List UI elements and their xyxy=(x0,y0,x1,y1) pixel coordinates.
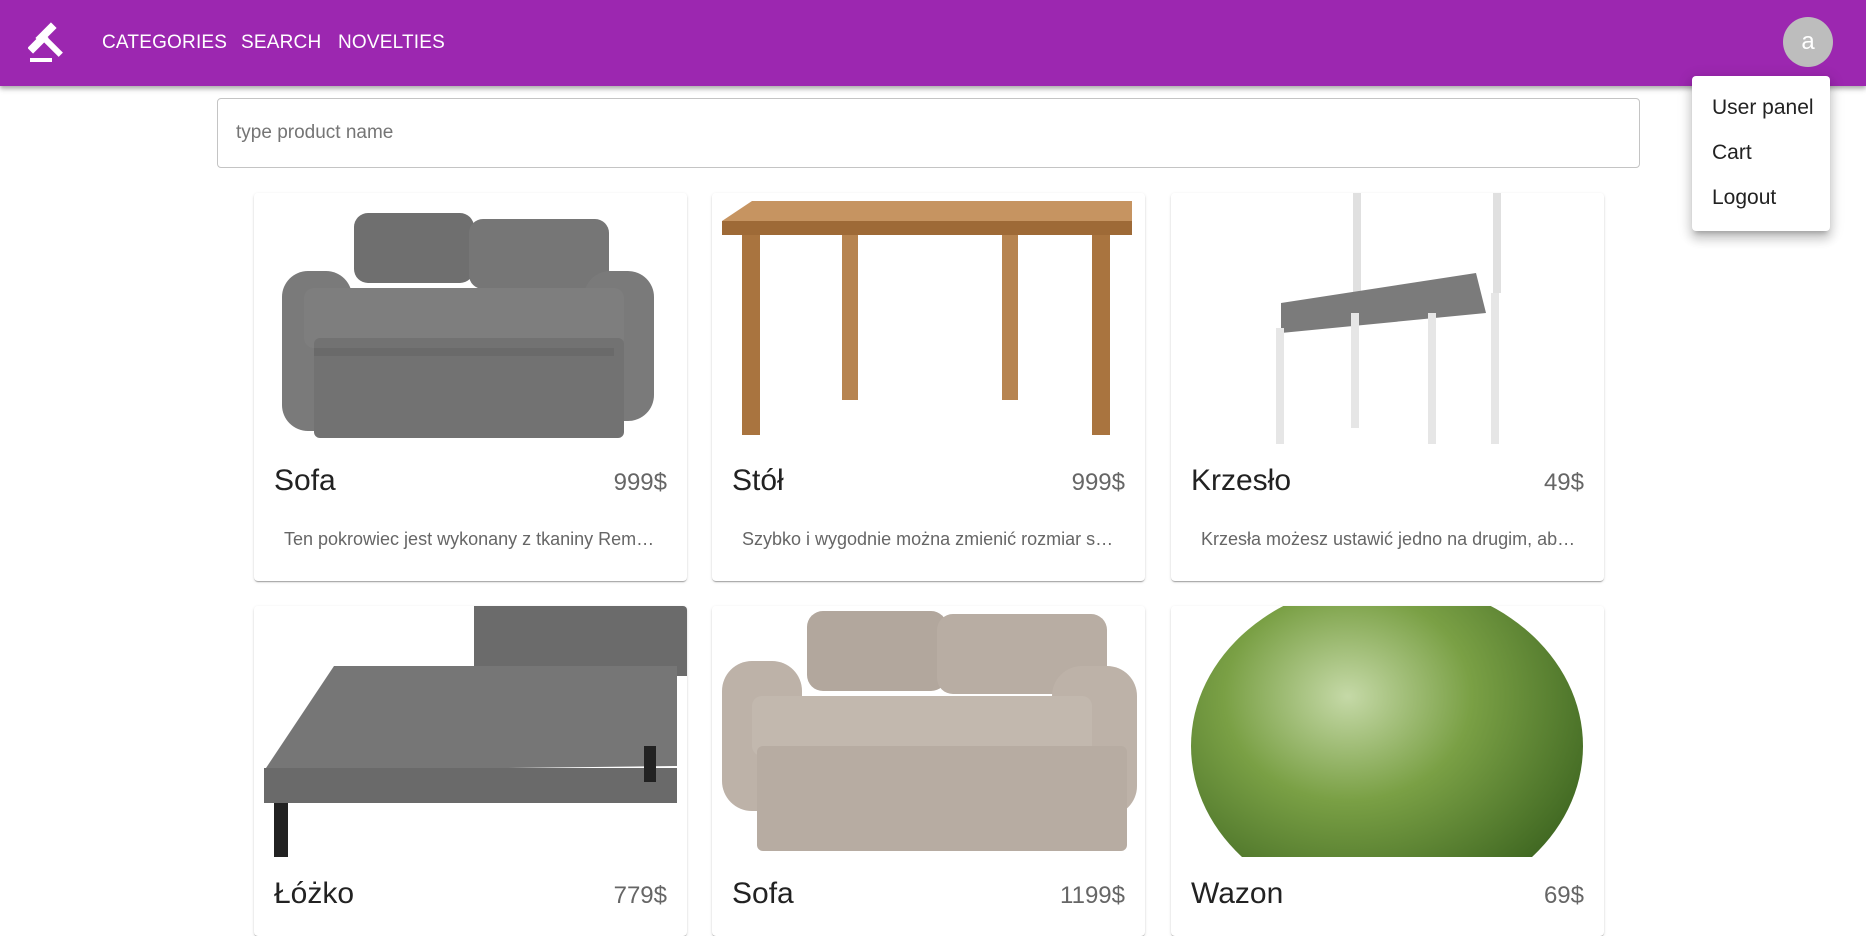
menu-item-cart[interactable]: Cart xyxy=(1712,141,1752,165)
product-title: Sofa xyxy=(274,464,336,497)
nav-categories[interactable]: CATEGORIES xyxy=(102,0,227,86)
menu-item-user-panel[interactable]: User panel xyxy=(1712,96,1814,120)
product-description: Ten pokrowiec jest wykonany z tkaniny Re… xyxy=(284,529,659,549)
product-card[interactable]: Wazon 69$ xyxy=(1171,606,1604,936)
product-price: 999$ xyxy=(613,469,667,496)
product-title: Stół xyxy=(732,464,784,497)
product-description: Krzesła możesz ustawić jedno na drugim, … xyxy=(1201,529,1576,549)
gavel-icon[interactable] xyxy=(27,20,72,64)
product-price: 779$ xyxy=(613,882,667,909)
nav-novelties[interactable]: NOVELTIES xyxy=(338,0,445,86)
grey-chair-image xyxy=(1171,193,1604,444)
product-card[interactable]: Łóżko 779$ xyxy=(254,606,687,936)
product-search xyxy=(217,98,1640,168)
app-bar: CATEGORIES SEARCH NOVELTIES a xyxy=(0,0,1866,86)
user-menu: User panel Cart Logout xyxy=(1692,76,1830,231)
user-avatar[interactable]: a xyxy=(1783,17,1833,67)
grey-bed-image xyxy=(254,606,687,857)
product-price: 999$ xyxy=(1071,469,1125,496)
product-price: 1199$ xyxy=(1060,882,1125,909)
beige-sofa-image xyxy=(712,606,1145,857)
product-description: Szybko i wygodnie można zmienić rozmiar … xyxy=(742,529,1117,549)
product-price: 69$ xyxy=(1543,882,1584,909)
wooden-table-image xyxy=(712,193,1145,444)
menu-item-logout[interactable]: Logout xyxy=(1712,186,1776,210)
green-vase-image xyxy=(1171,606,1604,857)
product-card[interactable]: Krzesło 49$ Krzesła możesz ustawić jedno… xyxy=(1171,193,1604,581)
nav-search[interactable]: SEARCH xyxy=(241,0,321,86)
product-title: Sofa xyxy=(732,877,794,910)
product-price: 49$ xyxy=(1543,469,1584,496)
product-title: Krzesło xyxy=(1191,464,1292,497)
product-card[interactable]: Sofa 1199$ xyxy=(712,606,1145,936)
product-card[interactable]: Sofa 999$ Ten pokrowiec jest wykonany z … xyxy=(254,193,687,581)
search-input[interactable] xyxy=(218,99,1639,167)
product-title: Łóżko xyxy=(274,877,355,910)
grey-sofa-image xyxy=(254,193,687,444)
product-card[interactable]: Stół 999$ Szybko i wygodnie można zmieni… xyxy=(712,193,1145,581)
product-title: Wazon xyxy=(1191,877,1284,910)
